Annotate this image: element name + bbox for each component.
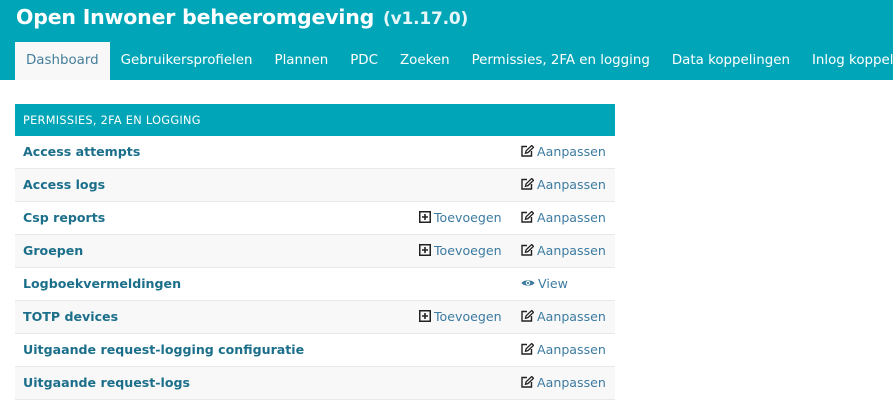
change-link[interactable]: Aanpassen xyxy=(521,136,606,168)
model-row: Uitgaande request-logging configuratie Aa… xyxy=(15,334,615,367)
plus-square-icon xyxy=(419,243,431,256)
model-row: Csp reports Toevoegen Aanpassen xyxy=(15,202,615,235)
model-link[interactable]: TOTP devices xyxy=(23,301,118,333)
module-caption[interactable]: PERMISSIES, 2FA EN LOGGING xyxy=(15,104,615,136)
nav-tab-gebruikersprofielen[interactable]: Gebruikersprofielen xyxy=(110,42,264,80)
plus-square-icon xyxy=(419,210,431,223)
add-link[interactable]: Toevoegen xyxy=(419,202,502,234)
nav-tab-plannen[interactable]: Plannen xyxy=(264,42,340,80)
change-link-label: Aanpassen xyxy=(537,243,606,258)
model-link[interactable]: Access logs xyxy=(23,169,105,201)
change-link[interactable]: Aanpassen xyxy=(521,235,606,267)
change-link-label: Aanpassen xyxy=(537,309,606,324)
nav-tab-permissies-2fa-en-logging[interactable]: Permissies, 2FA en logging xyxy=(461,42,661,80)
edit-icon xyxy=(521,375,534,388)
nav-tab-dashboard[interactable]: Dashboard xyxy=(15,42,110,80)
change-link[interactable]: Aanpassen xyxy=(521,202,606,234)
model-row: TOTP devices Toevoegen Aanpassen xyxy=(15,301,615,334)
main-navigation: Dashboard Gebruikersprofielen Plannen PDC Zo… xyxy=(15,42,893,80)
edit-icon xyxy=(521,177,534,190)
change-link-label: Aanpassen xyxy=(537,210,606,225)
permissions-module: PERMISSIES, 2FA EN LOGGING Access attemp… xyxy=(15,104,615,400)
change-link[interactable]: Aanpassen xyxy=(521,169,606,201)
add-link[interactable]: Toevoegen xyxy=(419,301,502,333)
model-list: Access attempts Aanpassen Access logs Aanpa… xyxy=(15,136,615,400)
change-link-label: Aanpassen xyxy=(537,144,606,159)
add-link-label: Toevoegen xyxy=(434,243,502,258)
add-link-label: Toevoegen xyxy=(434,210,502,225)
model-link[interactable]: Logboekvermeldingen xyxy=(23,268,181,300)
model-row: Uitgaande request-logs Aanpassen xyxy=(15,367,615,400)
change-link-label: Aanpassen xyxy=(537,375,606,390)
site-branding[interactable]: Open Inwoner beheeromgeving (v1.17.0) xyxy=(16,5,468,35)
change-link-label: Aanpassen xyxy=(537,342,606,357)
change-link-label: Aanpassen xyxy=(537,177,606,192)
change-link[interactable]: Aanpassen xyxy=(521,334,606,366)
model-link[interactable]: Uitgaande request-logging configuratie xyxy=(23,334,304,366)
model-link[interactable]: Groepen xyxy=(23,235,83,267)
site-title[interactable]: Open Inwoner beheeromgeving xyxy=(16,5,374,29)
nav-tab-inlog-koppelingen[interactable]: Inlog koppelingen xyxy=(801,42,893,80)
add-link-label: Toevoegen xyxy=(434,309,502,324)
edit-icon xyxy=(521,144,534,157)
change-link[interactable]: Aanpassen xyxy=(521,301,606,333)
model-row: Logboekvermeldingen View xyxy=(15,268,615,301)
edit-icon xyxy=(521,342,534,355)
view-link[interactable]: View xyxy=(521,268,568,300)
model-link[interactable]: Csp reports xyxy=(23,202,105,234)
nav-tab-pdc[interactable]: PDC xyxy=(339,42,389,80)
nav-tab-zoeken[interactable]: Zoeken xyxy=(389,42,461,80)
model-link[interactable]: Uitgaande request-logs xyxy=(23,367,190,399)
model-row: Access logs Aanpassen xyxy=(15,169,615,202)
nav-tab-data-koppelingen[interactable]: Data koppelingen xyxy=(661,42,801,80)
model-link[interactable]: Access attempts xyxy=(23,136,140,168)
change-link[interactable]: Aanpassen xyxy=(521,367,606,399)
version-label: (v1.17.0) xyxy=(383,9,469,29)
header-bar: Open Inwoner beheeromgeving (v1.17.0) Da… xyxy=(0,0,893,80)
add-link[interactable]: Toevoegen xyxy=(419,235,502,267)
eye-icon xyxy=(521,279,535,286)
edit-icon xyxy=(521,210,534,223)
view-link-label: View xyxy=(538,276,568,291)
edit-icon xyxy=(521,309,534,322)
edit-icon xyxy=(521,243,534,256)
plus-square-icon xyxy=(419,309,431,322)
model-row: Access attempts Aanpassen xyxy=(15,136,615,169)
model-row: Groepen Toevoegen Aanpassen xyxy=(15,235,615,268)
